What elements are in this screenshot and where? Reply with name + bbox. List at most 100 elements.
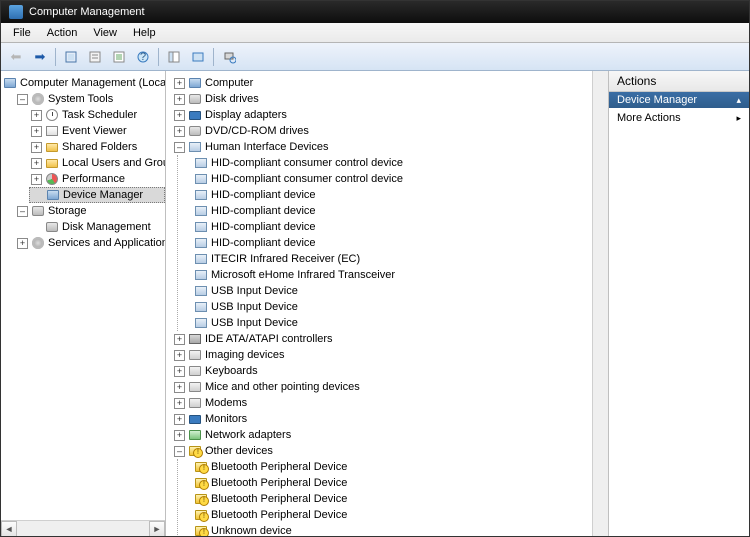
scroll-left-button[interactable]: ◄: [1, 521, 17, 536]
dev-disk-drives[interactable]: +Disk drives: [172, 91, 608, 107]
dev-display-adapters[interactable]: +Display adapters: [172, 107, 608, 123]
unknown-device-icon: [194, 524, 208, 536]
dev-hid-item[interactable]: HID-compliant device: [192, 235, 608, 251]
expand-icon[interactable]: +: [174, 382, 185, 393]
collapse-icon: ▴: [736, 95, 741, 106]
tree-services-apps[interactable]: +Services and Applications: [15, 235, 165, 251]
dev-network[interactable]: +Network adapters: [172, 427, 608, 443]
dev-hid-item[interactable]: Microsoft eHome Infrared Transceiver: [192, 267, 608, 283]
tree-local-users[interactable]: +Local Users and Group: [29, 155, 165, 171]
tree-task-scheduler[interactable]: +Task Scheduler: [29, 107, 165, 123]
device-label: HID-compliant consumer control device: [211, 157, 403, 169]
svg-text:?: ?: [140, 51, 146, 63]
expand-icon[interactable]: +: [174, 366, 185, 377]
dev-hid-item[interactable]: USB Input Device: [192, 299, 608, 315]
dev-hid-item[interactable]: HID-compliant consumer control device: [192, 171, 608, 187]
up-button[interactable]: [60, 46, 82, 68]
dev-hid-item[interactable]: USB Input Device: [192, 315, 608, 331]
scroll-right-button[interactable]: ►: [149, 521, 165, 536]
menu-file[interactable]: File: [5, 25, 39, 41]
dev-other-item[interactable]: Bluetooth Peripheral Device: [192, 507, 608, 523]
collapse-icon[interactable]: –: [174, 446, 185, 457]
dev-hid-item[interactable]: HID-compliant device: [192, 203, 608, 219]
list-button[interactable]: [108, 46, 130, 68]
dev-dvd[interactable]: +DVD/CD-ROM drives: [172, 123, 608, 139]
dev-hid-item[interactable]: HID-compliant device: [192, 187, 608, 203]
dev-other-item[interactable]: Bluetooth Peripheral Device: [192, 459, 608, 475]
unknown-device-icon: [194, 508, 208, 522]
show-hide-button[interactable]: [163, 46, 185, 68]
toolbar-separator: [55, 48, 56, 66]
back-button[interactable]: ⬅: [5, 46, 27, 68]
refresh-button[interactable]: [187, 46, 209, 68]
expand-icon[interactable]: +: [174, 126, 185, 137]
disk-management-icon: [45, 220, 59, 234]
dev-hid-item[interactable]: USB Input Device: [192, 283, 608, 299]
dev-imaging[interactable]: +Imaging devices: [172, 347, 608, 363]
hid-device-icon: [194, 172, 208, 186]
menu-view[interactable]: View: [85, 25, 125, 41]
menu-help[interactable]: Help: [125, 25, 164, 41]
device-label: Bluetooth Peripheral Device: [211, 509, 347, 521]
expand-icon[interactable]: +: [174, 398, 185, 409]
tree-event-viewer[interactable]: +Event Viewer: [29, 123, 165, 139]
hid-device-icon: [194, 220, 208, 234]
disk-drive-icon: [188, 92, 202, 106]
tree-system-tools[interactable]: – System Tools: [15, 91, 165, 107]
tree-performance[interactable]: +Performance: [29, 171, 165, 187]
forward-button[interactable]: ➡: [29, 46, 51, 68]
help-button[interactable]: ?: [132, 46, 154, 68]
actions-more-actions[interactable]: More Actions ▸: [609, 108, 749, 128]
dev-hid[interactable]: –Human Interface Devices: [172, 139, 608, 155]
expand-icon[interactable]: +: [17, 238, 28, 249]
actions-group-device-manager[interactable]: Device Manager ▴: [609, 92, 749, 108]
dev-computer[interactable]: +Computer: [172, 75, 608, 91]
vertical-scrollbar[interactable]: [592, 71, 608, 536]
hid-icon: [188, 140, 202, 154]
properties-button[interactable]: [84, 46, 106, 68]
collapse-icon[interactable]: –: [174, 142, 185, 153]
tree-storage[interactable]: –Storage: [15, 203, 165, 219]
dev-keyboards[interactable]: +Keyboards: [172, 363, 608, 379]
expand-icon[interactable]: +: [174, 110, 185, 121]
expand-icon[interactable]: +: [174, 334, 185, 345]
expand-icon[interactable]: +: [31, 158, 42, 169]
expand-icon[interactable]: +: [31, 126, 42, 137]
computer-icon: [188, 76, 202, 90]
expand-icon[interactable]: +: [174, 94, 185, 105]
menu-action[interactable]: Action: [39, 25, 86, 41]
tree-root-computer-management[interactable]: Computer Management (Local: [1, 75, 165, 91]
monitor-icon: [188, 412, 202, 426]
expand-icon[interactable]: +: [174, 430, 185, 441]
expand-icon[interactable]: +: [174, 414, 185, 425]
expand-icon[interactable]: +: [174, 78, 185, 89]
device-label: HID-compliant device: [211, 221, 316, 233]
expand-icon[interactable]: +: [174, 350, 185, 361]
dev-hid-item[interactable]: ITECIR Infrared Receiver (EC): [192, 251, 608, 267]
expand-icon[interactable]: +: [31, 110, 42, 121]
title-bar[interactable]: Computer Management: [1, 1, 749, 23]
tree-device-manager[interactable]: Device Manager: [29, 187, 165, 203]
expand-icon[interactable]: +: [31, 142, 42, 153]
expand-icon[interactable]: +: [31, 174, 42, 185]
dev-other[interactable]: –Other devices: [172, 443, 608, 459]
dev-other-item[interactable]: Bluetooth Peripheral Device: [192, 475, 608, 491]
dev-other-item[interactable]: Bluetooth Peripheral Device: [192, 491, 608, 507]
hid-device-icon: [194, 188, 208, 202]
dev-ide[interactable]: +IDE ATA/ATAPI controllers: [172, 331, 608, 347]
dev-other-item[interactable]: Unknown device: [192, 523, 608, 536]
scan-hardware-button[interactable]: [218, 46, 240, 68]
collapse-icon[interactable]: –: [17, 206, 28, 217]
dev-mice[interactable]: +Mice and other pointing devices: [172, 379, 608, 395]
tree-shared-folders[interactable]: +Shared Folders: [29, 139, 165, 155]
tree-disk-management[interactable]: Disk Management: [29, 219, 165, 235]
storage-icon: [31, 204, 45, 218]
dev-hid-item[interactable]: HID-compliant consumer control device: [192, 155, 608, 171]
collapse-icon[interactable]: –: [17, 94, 28, 105]
dev-hid-item[interactable]: HID-compliant device: [192, 219, 608, 235]
horizontal-scrollbar[interactable]: ◄ ►: [1, 520, 165, 536]
app-icon: [9, 5, 23, 19]
dev-modems[interactable]: +Modems: [172, 395, 608, 411]
dev-monitors[interactable]: +Monitors: [172, 411, 608, 427]
task-scheduler-icon: [45, 108, 59, 122]
